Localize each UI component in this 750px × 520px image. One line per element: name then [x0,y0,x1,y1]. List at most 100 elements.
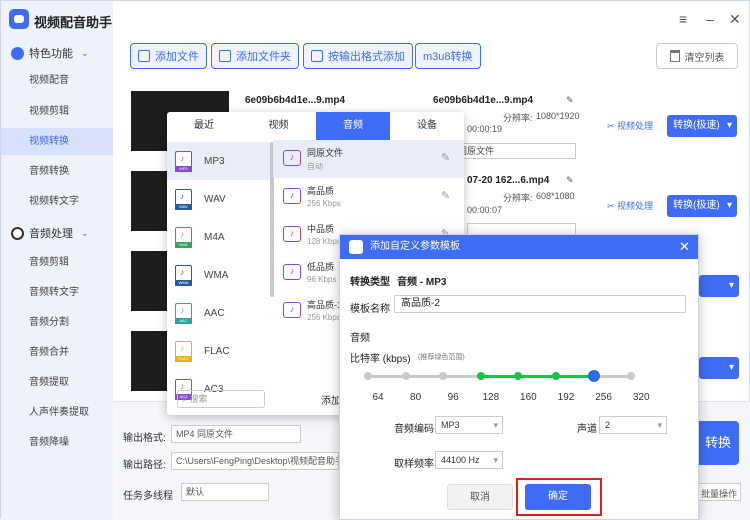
tab-recent[interactable]: 最近 [167,112,241,140]
preset-name: 中品质 [307,224,335,234]
audio-file-icon: ♪ M4A [175,226,192,248]
sidebar-item-video-to-text[interactable]: 视频转文字 [1,188,113,215]
audio-section-label: 音频 [350,333,370,344]
format-label: WAV [204,193,226,205]
close-icon[interactable]: ✕ [729,11,741,28]
edit-icon[interactable]: ✎ [441,151,450,164]
convert-button[interactable] [699,275,739,297]
preset-name: 低品质 [307,262,335,272]
slider-stop[interactable] [476,372,485,380]
m3u8-convert-button[interactable]: m3u8转换 [415,43,481,69]
bitrate-hint: (推荐绿色范围) [418,354,465,361]
sidebar-item-audio-denoise[interactable]: 音频降噪 [1,429,113,456]
tab-audio[interactable]: 音频 [316,112,390,140]
format-item[interactable]: ♪ M4A M4A [167,218,271,256]
bitrate-tick-label: 64 [372,392,384,403]
app-window: 视频配音助手 特色功能 ⌄ 视频配音 视频剪辑 视频转换 音频转换 视频转文字 … [0,0,750,520]
output-file-name: 6e09b6b4d1e...9.mp4 [433,95,534,106]
slider-knob[interactable] [587,370,600,382]
template-name-input[interactable]: 高品质-2 [394,295,686,313]
sidebar-item-audio-convert[interactable]: 音频转换 [1,158,113,185]
output-format-select[interactable]: MP4 同原文件 [171,425,301,443]
slider-stop[interactable] [552,372,560,380]
bitrate-tick-label: 80 [410,392,422,403]
channel-label: 声道 [577,424,597,435]
sidebar-item-video-edit[interactable]: 视频剪辑 [1,98,113,125]
preset-bitrate: 自动 [307,162,323,171]
format-item[interactable]: ♪ AAC AAC [167,294,271,332]
convert-button[interactable]: 转换(极速) [667,195,737,217]
format-label: WMA [204,269,229,281]
sidebar-item-audio-merge[interactable]: 音频合并 [1,339,113,366]
tab-device[interactable]: 设备 [390,112,464,140]
sample-rate-select[interactable]: 44100 Hz [435,451,503,469]
cancel-button[interactable]: 取消 [447,484,513,510]
app-logo-icon [9,9,29,29]
sidebar-item-video-convert[interactable]: 视频转换 [1,128,113,155]
format-item[interactable]: ♪ WAV WAV [167,180,271,218]
output-path-label: 输出路径: [123,460,166,471]
preset-bitrate: 256 Kbps [307,199,341,208]
edit-name-icon[interactable]: ✎ [566,95,574,106]
bitrate-tick-label: 192 [557,392,575,403]
audio-file-icon: ♪ FLAC [175,340,192,362]
bitrate-tick-label: 160 [520,392,537,403]
highlight-box [516,478,602,516]
channel-select[interactable]: 2 [599,416,667,434]
add-file-icon [138,50,150,62]
bitrate-tick-label: 96 [447,392,459,403]
chevron-down-icon: ⌄ [81,47,89,58]
clear-list-button[interactable]: 清空列表 [656,43,738,69]
add-file-button[interactable]: 添加文件 [130,43,207,69]
sidebar-item-audio-extract[interactable]: 音频提取 [1,369,113,396]
bitrate-tick-label: 320 [632,392,650,403]
edit-icon[interactable]: ✎ [441,189,450,202]
output-format-label: 输出格式: [123,433,166,444]
quality-preset-item[interactable]: ♪ 同原文件 自动 ✎ [273,140,464,178]
edit-name-icon[interactable]: ✎ [566,175,574,186]
preset-name: 高品质-1 [307,300,343,310]
video-process-link[interactable]: ✂ 视频处理 [607,199,653,212]
format-search-input[interactable]: ⌕ 搜索 [177,390,265,408]
format-item[interactable]: ♪ MP3 MP3 [167,142,271,180]
add-by-format-button[interactable]: 按输出格式添加 [303,43,413,69]
video-process-link[interactable]: ✂ 视频处理 [607,119,653,132]
slider-stop[interactable] [401,372,410,380]
close-icon[interactable]: ✕ [679,235,690,259]
add-template-button[interactable]: 添加 [321,392,341,407]
add-folder-button[interactable]: 添加文件夹 [211,43,299,69]
sidebar-section-features[interactable]: 特色功能 ⌄ [11,45,89,61]
slider-stop[interactable] [364,372,372,380]
preset-bitrate: 96 Kbps [307,275,337,284]
format-label: FLAC [204,345,230,357]
convert-button[interactable] [699,357,739,379]
slider-track [368,375,481,378]
format-item[interactable]: ♪ WMA WMA [167,256,271,294]
tab-video[interactable]: 视频 [241,112,316,140]
quality-preset-item[interactable]: ♪ 高品质 256 Kbps ✎ [273,178,464,216]
codec-select[interactable]: MP3 [435,416,503,434]
duration: 00:00:07 [467,205,503,215]
minimize-icon[interactable]: – [706,11,714,27]
convert-button[interactable]: 转换(极速) [667,115,737,137]
codec-label: 音频编码 [394,424,434,435]
sidebar-item-audio-split[interactable]: 音频分割 [1,309,113,336]
sidebar: 视频配音助手 特色功能 ⌄ 视频配音 视频剪辑 视频转换 音频转换 视频转文字 … [1,1,113,520]
sidebar-item-vocal-separate[interactable]: 人声伴奏提取 [1,399,113,426]
menu-icon[interactable]: ≡ [679,11,687,27]
output-path-input[interactable]: C:\Users\FengPing\Desktop\视频配音助手 [171,452,339,470]
bitrate-tick-label: 256 [595,392,612,403]
sidebar-item-audio-edit[interactable]: 音频剪辑 [1,249,113,276]
output-file-name: 07-20 162...6.mp4 [467,175,550,186]
format-item[interactable]: ♪ FLAC FLAC [167,332,271,370]
sidebar-item-video-dub[interactable]: 视频配音 [1,67,113,94]
trash-icon [669,50,680,62]
music-note-icon: ♪ [283,188,301,204]
resolution-label: 分辨率: [503,113,533,123]
sidebar-section-audio[interactable]: 音频处理 ⌄ [11,225,89,241]
sidebar-item-audio-to-text[interactable]: 音频转文字 [1,279,113,306]
file-name: 6e09b6b4d1e...9.mp4 [245,95,346,106]
music-note-icon: ♪ [283,302,301,318]
threads-select[interactable]: 默认 [181,483,269,501]
batch-operation-label: 批量操作 [701,489,738,499]
